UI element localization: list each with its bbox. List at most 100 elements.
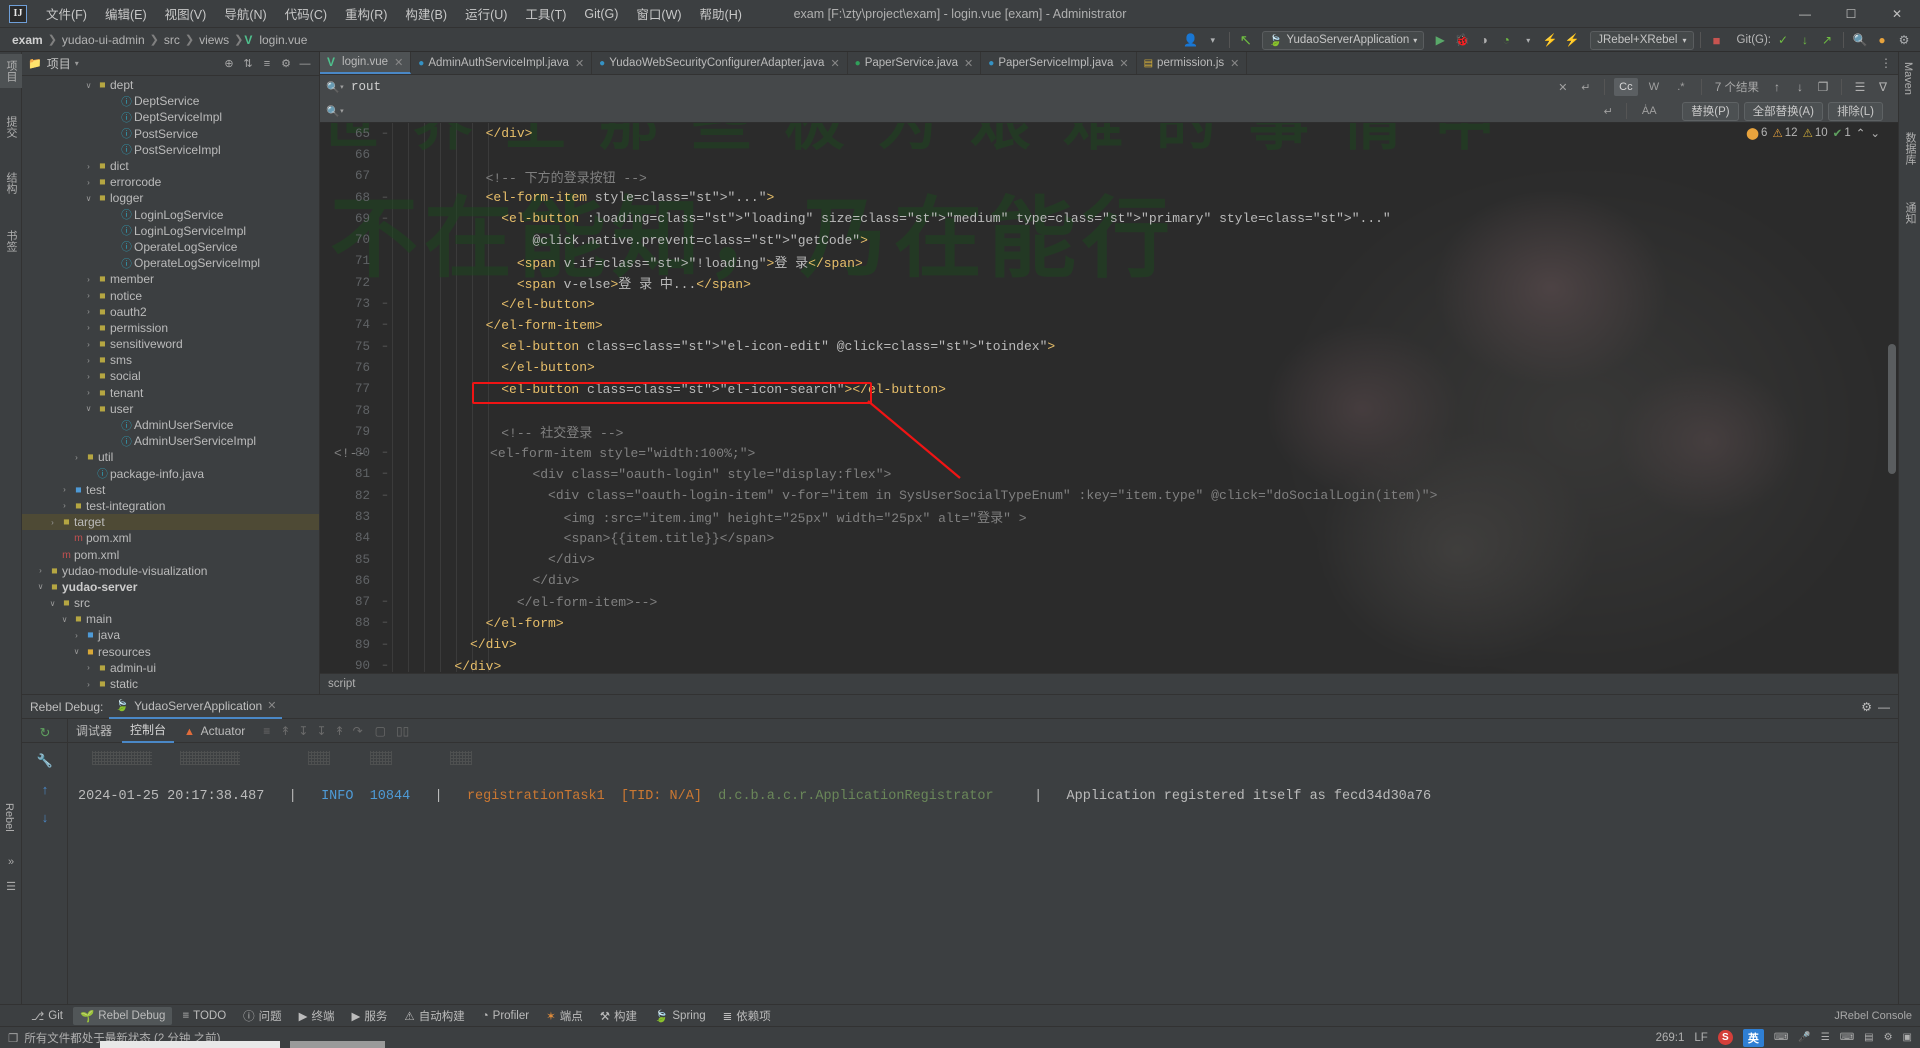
find-previous-icon[interactable]: ↑ [1768,78,1786,96]
chevron-right-icon[interactable]: › [82,178,95,187]
tool-build-auto[interactable]: ⚠ 自动构建 [397,1006,471,1026]
code-line[interactable]: 71 <span v-if=class="st">"!loading">登 录<… [320,251,1898,272]
chevron-right-icon[interactable]: › [46,518,59,527]
menu-edit[interactable]: 编辑(E) [96,0,156,27]
code-line[interactable]: 84 <span>{{item.title}}</span> [320,528,1898,549]
fold-toggle-icon[interactable]: − [378,640,392,650]
tray-icon-3[interactable]: ⌨ [1840,1032,1854,1043]
menu-navigate[interactable]: 导航(N) [215,0,275,27]
tree-node[interactable]: m pom.xml [22,530,319,546]
force-step-into-icon[interactable]: ↧ [316,724,326,738]
menu-code[interactable]: 代码(C) [276,0,336,27]
git-commit-icon[interactable]: ✓ [1773,30,1793,50]
fold-toggle-icon[interactable]: − [378,597,392,607]
code-line[interactable]: 74− </el-form-item> [320,315,1898,336]
search-icon[interactable]: 🔍 [1850,30,1870,50]
code-line[interactable]: 67 <!-- 下方的登录按钮 --> [320,166,1898,187]
chevron-right-icon[interactable]: › [82,307,95,316]
gear-icon[interactable]: ⚙ [1894,30,1914,50]
menu-run[interactable]: 运行(U) [456,0,516,27]
tree-node[interactable]: ⓘ package-info.java [22,466,319,482]
git-update-icon[interactable]: ↓ [1795,30,1815,50]
menu-tools[interactable]: 工具(T) [516,0,575,27]
chevron-right-icon[interactable]: › [82,291,95,300]
breadcrumb-script[interactable]: script [328,678,355,690]
tool-terminal[interactable]: ▶ 终端 [292,1006,342,1026]
code-line[interactable]: 73− </el-button> [320,293,1898,314]
ime-language-indicator[interactable]: 英 [1742,1028,1764,1047]
tree-node[interactable]: › ■ target [22,514,319,531]
fold-toggle-icon[interactable]: − [378,491,392,501]
tray-icon-4[interactable]: ▤ [1864,1032,1873,1043]
tree-node[interactable]: › ■ test-integration [22,498,319,514]
chevron-down-icon[interactable]: ▾ [1203,30,1223,50]
breadcrumb-views[interactable]: views [195,32,233,48]
sidebar-item-structure[interactable]: 结构 [0,166,22,200]
tool-profiler[interactable]: ◔ Profiler [475,1008,536,1024]
step-over-icon[interactable]: ↟ [280,724,290,738]
code-line[interactable]: 79 <!-- 社交登录 --> [320,421,1898,442]
scroll-down-icon[interactable]: ↓ [22,803,68,831]
tree-node[interactable]: ∨ ■ main [22,611,319,627]
chevron-right-icon[interactable]: › [58,501,71,510]
code-line[interactable]: 68− <el-form-item style=class="st">"..."… [320,187,1898,208]
tree-node[interactable]: › ■ errorcode [22,174,319,190]
tree-node[interactable]: › ■ tenant [22,385,319,401]
code-line[interactable]: 69− <el-button :loading=class="st">"load… [320,208,1898,229]
close-icon[interactable]: ✕ [1230,57,1239,70]
sidebar-item-maven[interactable]: Maven [1899,56,1917,101]
close-icon[interactable]: ✕ [830,57,839,70]
git-push-icon[interactable]: ↗ [1817,30,1837,50]
step-into-icon[interactable]: ↧ [298,724,308,738]
tab-paper-service[interactable]: ● PaperService.java ✕ [848,52,982,74]
tree-node[interactable]: ⓘ PostService [22,126,319,142]
code-line[interactable]: 86 </div> [320,570,1898,591]
rerun-icon[interactable]: ↻ [22,719,68,747]
tree-node[interactable]: ⓘ DeptServiceImpl [22,109,319,125]
menu-refactor[interactable]: 重构(R) [336,0,396,27]
tree-node[interactable]: ⓘ AdminUserServiceImpl [22,433,319,449]
tree-node[interactable]: ⓘ LoginLogServiceImpl [22,223,319,239]
newline-icon[interactable]: ↵ [1577,78,1595,96]
breadcrumb-login-vue[interactable]: login.vue [255,32,311,48]
fold-toggle-icon[interactable]: − [378,342,392,352]
tree-node[interactable]: › ■ social [22,368,319,384]
tray-icon-6[interactable]: ▣ [1903,1032,1912,1043]
project-tree[interactable]: ∨ ■ dept ⓘ DeptService ⓘ DeptServiceImpl ⓘ PostS… [22,77,319,694]
sidebar-item-database[interactable]: 数据库 [1899,126,1920,171]
filter-options-icon[interactable]: ∇ [1874,78,1892,96]
tree-node[interactable]: ∨ ■ resources [22,644,319,660]
settings-wrench-icon[interactable]: 🔧 [22,747,68,775]
tree-node[interactable]: ⓘ LoginLogService [22,207,319,223]
tool-endpoints[interactable]: ✶ 端点 [539,1006,590,1026]
profiler-button[interactable]: ◔ [1496,30,1516,50]
tree-node[interactable]: ⓘ OperateLogService [22,239,319,255]
tree-node[interactable]: m pom.xml [22,546,319,562]
chevron-down-icon[interactable]: ∨ [82,81,95,90]
tab-paper-service-impl[interactable]: ● PaperServiceImpl.java ✕ [981,52,1137,74]
search-icon[interactable]: 🔍 ▾ [326,78,344,96]
scroll-up-icon[interactable]: ↑ [22,775,68,803]
tree-node[interactable]: › ■ dict [22,158,319,174]
tab-debugger[interactable]: 调试器 [68,719,120,742]
tab-yudao-web-security-configurer-adapter[interactable]: ● YudaoWebSecurityConfigurerAdapter.java… [592,52,848,74]
chevron-down-icon[interactable]: ∨ [82,404,95,413]
menu-window[interactable]: 窗口(W) [627,0,690,27]
find-next-icon[interactable]: ↓ [1791,78,1809,96]
chevron-right-icon[interactable]: › [34,566,47,575]
debug-session-tab[interactable]: 🍃 YudaoServerApplication ✕ [109,695,283,719]
jrebel-run-button[interactable]: ⚡ [1540,30,1560,50]
tree-node[interactable]: › ■ util [22,449,319,465]
breadcrumb-exam[interactable]: exam [8,32,47,48]
tab-actuator[interactable]: ▲ Actuator [176,721,253,741]
chevron-right-icon[interactable]: › [82,162,95,171]
coverage-button[interactable]: ◑ [1474,30,1494,50]
chevron-right-icon[interactable]: › [70,631,83,640]
gear-icon[interactable]: ⚙ [278,56,294,72]
console-output[interactable]: 2024-01-25 20:17:38.487 | INFO 10844 | r… [68,743,1898,1006]
sidebar-item-bookmarks[interactable]: 书签 [0,224,22,258]
chevron-down-icon[interactable]: ∨ [70,647,83,656]
code-line[interactable]: 88− </el-form> [320,613,1898,634]
jrebel-console-label[interactable]: JRebel Console [1834,1010,1912,1022]
tool-problems[interactable]: ⓘ 问题 [236,1006,289,1026]
